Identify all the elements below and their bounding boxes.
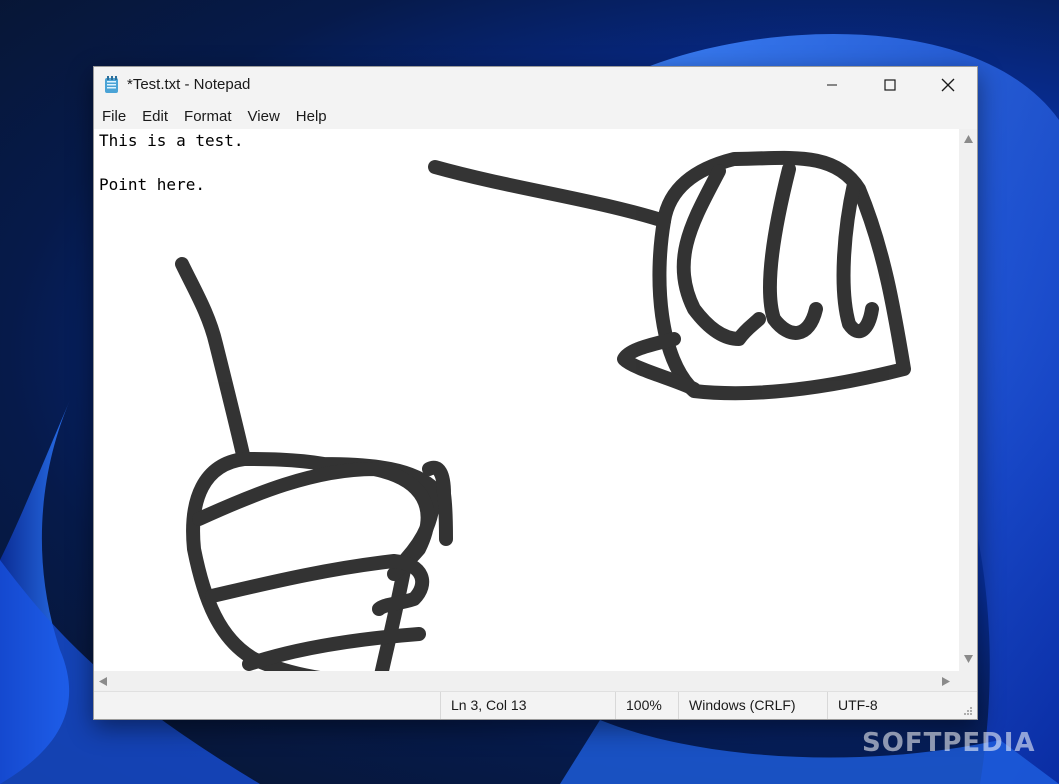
notepad-window: *Test.txt - Notepad File Edit Format Vie… (93, 66, 978, 720)
menu-file[interactable]: File (94, 104, 134, 130)
text-editor[interactable]: This is a test. Point here. (94, 129, 959, 671)
vertical-scrollbar[interactable] (959, 129, 977, 671)
hand-drawing (175, 150, 911, 671)
notepad-icon (105, 76, 118, 93)
menu-format[interactable]: Format (176, 104, 240, 130)
status-line-ending: Windows (CRLF) (678, 692, 827, 719)
scroll-right-icon[interactable] (942, 677, 950, 686)
close-button[interactable] (919, 67, 977, 103)
lower-fist-arm (175, 257, 251, 466)
resize-grip-icon[interactable] (963, 706, 973, 716)
close-icon (941, 78, 955, 92)
window-title: *Test.txt - Notepad (127, 76, 251, 93)
scroll-up-icon[interactable] (964, 135, 973, 143)
scroll-left-icon[interactable] (99, 677, 107, 686)
status-bar: Ln 3, Col 13 100% Windows (CRLF) UTF-8 (94, 691, 977, 719)
status-encoding: UTF-8 (827, 692, 977, 719)
minimize-button[interactable] (803, 67, 861, 103)
status-zoom: 100% (615, 692, 678, 719)
maximize-button[interactable] (861, 67, 919, 103)
menu-bar: File Edit Format View Help (94, 103, 977, 131)
title-bar[interactable]: *Test.txt - Notepad (94, 67, 977, 103)
minimize-icon (827, 84, 837, 86)
horizontal-scrollbar[interactable] (94, 671, 959, 691)
status-position: Ln 3, Col 13 (440, 692, 615, 719)
scrollbar-corner (959, 671, 977, 691)
menu-edit[interactable]: Edit (134, 104, 176, 130)
menu-help[interactable]: Help (288, 104, 335, 130)
maximize-icon (884, 79, 896, 91)
lower-fist-finger-2 (205, 554, 430, 616)
upper-fist-finger-2 (763, 162, 823, 340)
upper-fist-thumb (617, 332, 701, 396)
upper-fist-arm (428, 160, 671, 228)
upper-fist-finger-1 (676, 164, 766, 346)
scroll-down-icon[interactable] (964, 655, 973, 663)
menu-view[interactable]: View (240, 104, 288, 130)
softpedia-watermark: SOFTPEDIA (862, 728, 1036, 758)
